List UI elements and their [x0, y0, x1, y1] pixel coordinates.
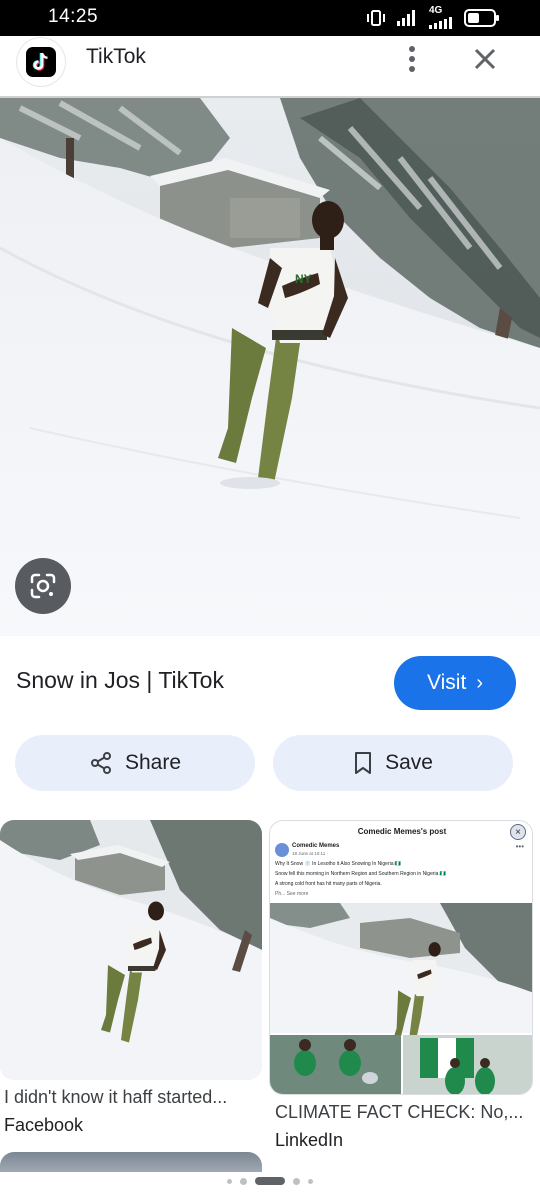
related-image-1[interactable] [0, 820, 262, 1080]
pager-dot [308, 1178, 313, 1184]
hero-image[interactable]: NY [0, 98, 540, 636]
pager-dot [293, 1177, 300, 1185]
related-source-1: Facebook [4, 1115, 84, 1135]
status-icons: 4G [366, 5, 500, 29]
svg-text:NY: NY [295, 272, 312, 286]
save-label: Save [385, 751, 433, 774]
pager-dot [227, 1178, 232, 1184]
status-bar: 14:25 4G [0, 0, 540, 36]
post-avatar [275, 843, 289, 857]
share-button[interactable]: Share [15, 735, 255, 791]
post-close-icon: × [510, 824, 526, 840]
pager-dot [240, 1177, 247, 1185]
app-header: TikTok [0, 36, 540, 98]
related-caption-1[interactable]: I didn't know it haff started... [4, 1087, 262, 1108]
tiktok-logo-icon[interactable] [17, 38, 65, 86]
close-icon[interactable] [470, 44, 500, 74]
chevron-right-icon: › [476, 672, 483, 694]
visit-button[interactable]: Visit › [394, 656, 516, 710]
post-line-2: Snow fell this morning in Northern Regio… [275, 871, 447, 877]
pager-dot-active [255, 1177, 285, 1185]
share-label: Share [124, 751, 182, 774]
vibrate-icon [367, 10, 385, 26]
bookmark-icon [355, 752, 372, 774]
app-title: TikTok [86, 45, 146, 68]
battery-icon [464, 9, 499, 27]
post-line-3: A strong cold front has hit many parts o… [275, 881, 382, 887]
pager [0, 1174, 540, 1188]
network-4g-icon: 4G [428, 5, 454, 29]
post-author: Comedic Memes [292, 843, 340, 849]
related-caption-2[interactable]: CLIMATE FACT CHECK: No,... [275, 1102, 535, 1123]
google-lens-icon[interactable] [15, 558, 71, 614]
status-time: 14:25 [48, 6, 99, 27]
related-image-3[interactable] [0, 1152, 262, 1172]
post-line-1: Why It Snow ❄️ In Lesotho it Also Snowin… [275, 861, 402, 867]
signal-icon [397, 10, 415, 26]
visit-label: Visit [427, 671, 467, 694]
save-button[interactable]: Save [273, 735, 513, 791]
post-header: Comedic Memes's post [357, 827, 447, 836]
share-icon [90, 752, 111, 774]
post-date: 18 June at 10:11 · [292, 851, 328, 856]
more-vert-icon[interactable] [398, 44, 426, 74]
post-more-icon: ••• [515, 842, 524, 851]
related-source-2: LinkedIn [275, 1130, 344, 1150]
result-title[interactable]: Snow in Jos | TikTok [16, 667, 224, 694]
network-label: 4G [429, 5, 443, 16]
post-see-more: Ph... See more [275, 891, 309, 897]
related-image-2[interactable]: Comedic Memes's post × Comedic Memes 18 … [269, 820, 533, 1095]
